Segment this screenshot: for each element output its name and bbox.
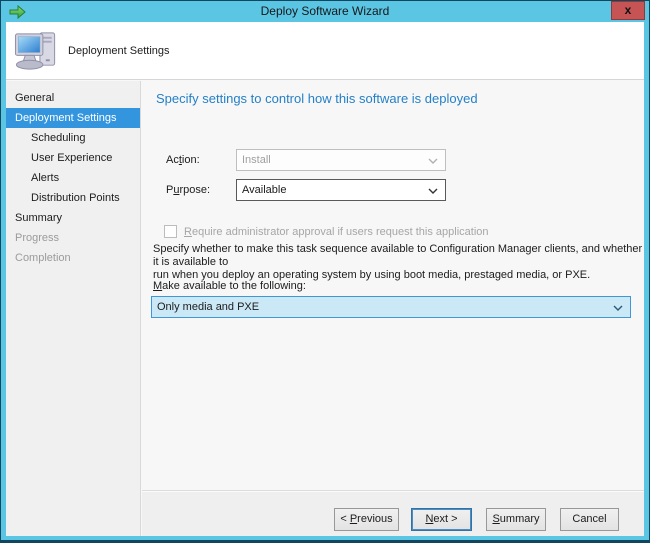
close-button[interactable]: x	[611, 1, 645, 20]
purpose-dropdown-value: Available	[242, 184, 286, 196]
sidebar-item-deployment-settings[interactable]: Deployment Settings	[6, 108, 140, 128]
previous-button[interactable]: < Previous	[334, 508, 399, 531]
approval-checkbox-label: Require administrator approval if users …	[184, 226, 489, 238]
wizard-header: Deployment Settings	[6, 22, 644, 80]
next-button[interactable]: Next >	[411, 508, 472, 531]
sidebar-item-general[interactable]: General	[6, 88, 140, 108]
make-available-label: Make available to the following:	[153, 278, 306, 294]
action-dropdown: Install	[236, 149, 446, 171]
titlebar[interactable]: Deploy Software Wizard x	[1, 1, 649, 22]
sidebar-item-summary[interactable]: Summary	[6, 208, 140, 228]
chevron-down-icon	[428, 158, 438, 164]
chevron-down-icon	[428, 188, 438, 194]
window-title: Deploy Software Wizard	[1, 1, 649, 22]
approval-checkbox	[164, 225, 177, 238]
wizard-green-arrow-icon	[9, 4, 27, 20]
wizard-nav-sidebar: General Deployment Settings Scheduling U…	[6, 81, 141, 536]
sidebar-item-progress: Progress	[6, 228, 140, 248]
wizard-content: Specify settings to control how this sof…	[142, 81, 644, 490]
action-label: Action:	[166, 149, 200, 171]
action-dropdown-value: Install	[242, 154, 271, 166]
sidebar-item-distribution-points[interactable]: Distribution Points	[6, 188, 140, 208]
sidebar-item-user-experience[interactable]: User Experience	[6, 148, 140, 168]
approval-checkbox-row: Require administrator approval if users …	[164, 222, 489, 238]
make-available-dropdown-value: Only media and PXE	[157, 301, 259, 313]
make-available-dropdown[interactable]: Only media and PXE	[151, 296, 631, 318]
computer-icon	[13, 27, 61, 74]
window-frame: Deploy Software Wizard x	[1, 1, 649, 540]
purpose-label: Purpose:	[166, 179, 210, 201]
sidebar-item-completion: Completion	[6, 248, 140, 268]
cancel-button[interactable]: Cancel	[560, 508, 619, 531]
deploy-software-wizard-window: Deploy Software Wizard x	[0, 0, 650, 543]
sidebar-item-scheduling[interactable]: Scheduling	[6, 128, 140, 148]
chevron-down-icon	[613, 305, 623, 311]
task-sequence-description: Specify whether to make this task sequen…	[153, 243, 643, 282]
page-title: Deployment Settings	[68, 22, 170, 80]
content-heading: Specify settings to control how this sof…	[156, 91, 478, 106]
summary-button[interactable]: Summary	[486, 508, 546, 531]
wizard-footer: < Previous Next > Summary Cancel	[142, 490, 644, 536]
wizard-body: Deployment Settings General Deployment S…	[6, 22, 644, 536]
purpose-dropdown[interactable]: Available	[236, 179, 446, 201]
sidebar-item-alerts[interactable]: Alerts	[6, 168, 140, 188]
